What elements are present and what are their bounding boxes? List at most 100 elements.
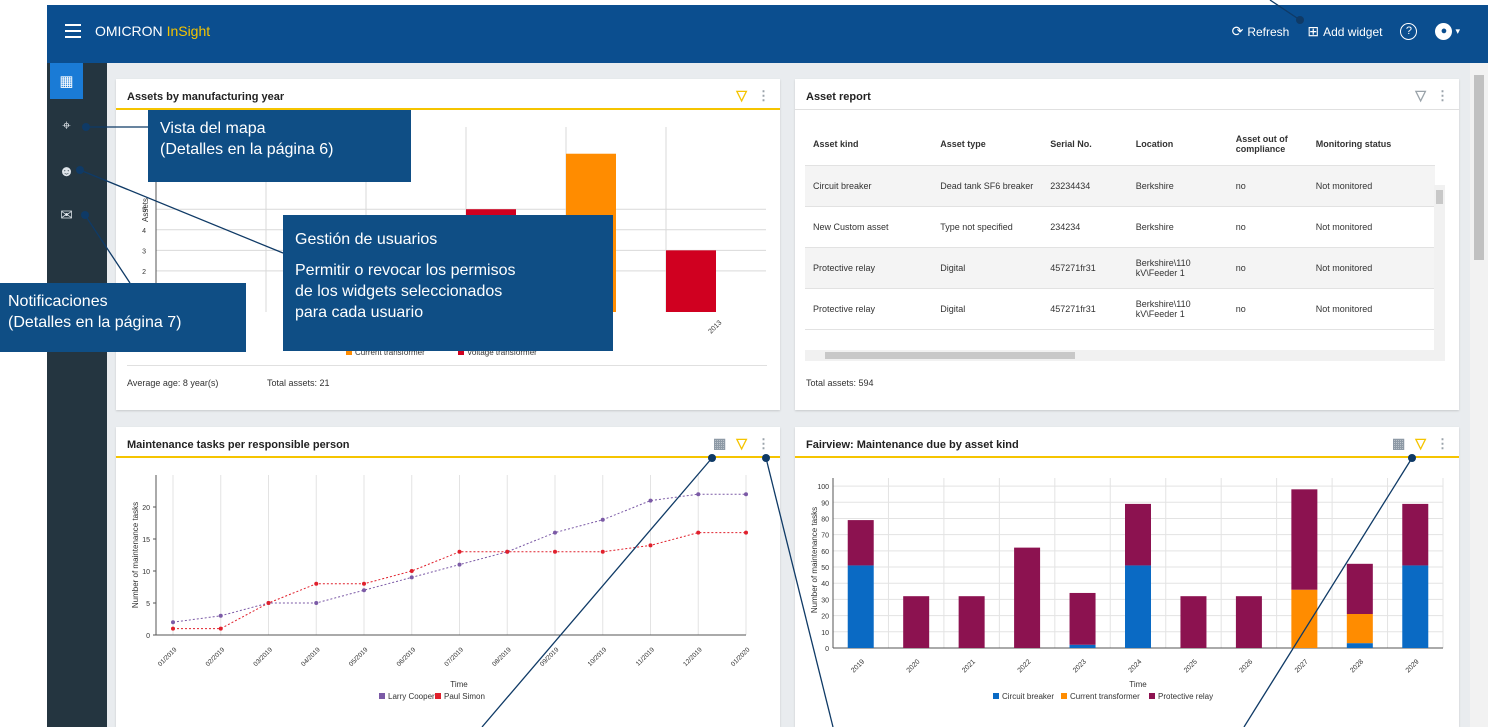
- bar-voltage-transformer: [666, 250, 716, 312]
- refresh-button[interactable]: ⟳ Refresh: [1232, 23, 1290, 40]
- cell: 234234: [1042, 206, 1128, 248]
- help-icon: ?: [1400, 23, 1418, 40]
- legend-swatch: [379, 693, 385, 699]
- more-options-icon[interactable]: ⋮: [1436, 88, 1449, 104]
- cell: Type not specified: [932, 206, 1043, 248]
- data-point: [457, 549, 462, 554]
- scrollbar-thumb[interactable]: [1436, 190, 1443, 204]
- bar-circuit-breaker: [1402, 565, 1429, 648]
- y-tick-label: 30: [821, 597, 829, 604]
- widget-title: Assets by manufacturing year: [127, 91, 285, 103]
- table-view-icon[interactable]: ▦: [1392, 435, 1405, 452]
- brand-insight: InSight: [166, 23, 211, 39]
- y-tick-label: 15: [142, 537, 150, 544]
- help-button[interactable]: ?: [1400, 23, 1418, 40]
- x-tick-label: 2021: [961, 658, 977, 674]
- bar-protective-relay: [1291, 489, 1318, 590]
- x-tick-label: 2024: [1127, 658, 1143, 674]
- column-header[interactable]: Monitoring status: [1307, 124, 1435, 166]
- x-tick-label: 10/2019: [587, 646, 609, 668]
- column-header[interactable]: Asset out of compliance: [1227, 124, 1308, 166]
- app-brand: OMICRON InSight: [95, 23, 210, 39]
- more-options-icon[interactable]: ⋮: [757, 436, 770, 452]
- bar-circuit-breaker: [847, 565, 874, 648]
- y-axis-label: Number of maintenance tasks: [810, 507, 819, 613]
- legend-swatch: [1149, 693, 1155, 699]
- widget-header: Asset report ▽ ⋮: [795, 79, 1459, 110]
- column-header[interactable]: Serial No.: [1042, 124, 1128, 166]
- filter-icon[interactable]: ▽: [1415, 435, 1426, 452]
- filter-icon[interactable]: ▽: [736, 87, 747, 104]
- callout-users-line: Permitir o revocar los permisos: [295, 262, 516, 279]
- x-tick-label: 2026: [1238, 658, 1254, 674]
- cell: Berkshire: [1127, 206, 1228, 248]
- y-tick-label: 5: [146, 601, 150, 608]
- cell: Berkshire: [1127, 165, 1228, 207]
- callout-notifications-title: Notificaciones: [8, 293, 108, 310]
- widget-maintenance-per-person: Maintenance tasks per responsible person…: [116, 427, 780, 727]
- top-bar: OMICRON InSight ⟳ Refresh ⊞ Add widget ? ●…: [47, 5, 1488, 63]
- table-row[interactable]: Protective relay Digital 457271fr31 Berk…: [805, 288, 1435, 330]
- y-tick-label: 40: [821, 581, 829, 588]
- cell: Protective relay: [805, 247, 933, 289]
- bar-circuit-breaker: [1125, 565, 1151, 648]
- sidebar-item-users[interactable]: ☻: [50, 153, 83, 189]
- table-row[interactable]: Protective relay Digital 457271fr31 Berk…: [805, 247, 1435, 289]
- fairview-chart: 0 10 20 30 40 50 60 70 80 90 100 2019 2020 2021 2022 20…: [810, 478, 1444, 701]
- legend-label: Protective relay: [1158, 692, 1213, 701]
- cell: Berkshire\110 kV\Feeder 1: [1127, 288, 1228, 330]
- scrollbar-thumb[interactable]: [1474, 75, 1484, 260]
- widget-title: Asset report: [806, 91, 871, 103]
- cell: Dead tank SF6 breaker: [932, 165, 1043, 207]
- column-header[interactable]: Asset type: [932, 124, 1043, 166]
- callout-map-title: Vista del mapa: [160, 120, 266, 137]
- asset-table: Asset kind Asset type Serial No. Locatio…: [805, 124, 1435, 330]
- table-header-row: Asset kind Asset type Serial No. Locatio…: [805, 124, 1435, 166]
- more-options-icon[interactable]: ⋮: [757, 88, 770, 104]
- widget-asset-report: Asset report ▽ ⋮ Asset kind Asset type S…: [795, 79, 1459, 410]
- cell: 457271fr31: [1042, 247, 1128, 289]
- more-options-icon[interactable]: ⋮: [1436, 436, 1449, 452]
- data-point: [696, 492, 701, 497]
- table-row[interactable]: New Custom asset Type not specified 2342…: [805, 206, 1435, 248]
- column-header[interactable]: Asset kind: [805, 124, 933, 166]
- x-tick-label: 12/2019: [682, 646, 704, 668]
- x-tick-label: 07/2019: [443, 646, 465, 668]
- callout-users-title: Gestión de usuarios: [295, 231, 438, 248]
- menu-icon[interactable]: [65, 24, 81, 38]
- add-widget-button[interactable]: ⊞ Add widget: [1307, 23, 1382, 40]
- column-header[interactable]: Location: [1127, 124, 1228, 166]
- legend-label: Current transformer: [1070, 692, 1140, 701]
- table-vertical-scrollbar[interactable]: [1434, 185, 1445, 355]
- x-tick-label: 2029: [1405, 658, 1421, 674]
- user-menu-button[interactable]: ● ▾: [1435, 23, 1460, 40]
- widget-header: Fairview: Maintenance due by asset kind …: [795, 427, 1459, 458]
- table-view-icon[interactable]: ▦: [713, 435, 726, 452]
- cell: Circuit breaker: [805, 165, 933, 207]
- bar-protective-relay: [1014, 547, 1041, 648]
- data-point: [218, 626, 223, 631]
- y-tick-label: 70: [821, 533, 829, 540]
- sidebar-item-map[interactable]: ⌖: [50, 107, 83, 143]
- bar-protective-relay: [903, 596, 930, 648]
- table-row[interactable]: Circuit breaker Dead tank SF6 breaker 23…: [805, 165, 1435, 207]
- scrollbar-thumb[interactable]: [825, 352, 1075, 359]
- sidebar-item-dashboard[interactable]: ▦: [50, 63, 83, 99]
- data-point: [362, 581, 366, 586]
- cell: 23234434: [1042, 165, 1128, 207]
- filter-icon[interactable]: ▽: [736, 435, 747, 452]
- data-point: [744, 530, 748, 535]
- add-widget-label: Add widget: [1323, 24, 1383, 39]
- y-tick-label: 80: [821, 516, 829, 523]
- data-point: [696, 530, 701, 535]
- data-point: [505, 549, 510, 554]
- cell: 457271fr31: [1042, 288, 1128, 330]
- filter-icon[interactable]: ▽: [1415, 87, 1426, 104]
- page-scrollbar[interactable]: [1470, 63, 1488, 727]
- table-horizontal-scrollbar[interactable]: [805, 350, 1445, 361]
- data-point: [314, 581, 319, 586]
- sidebar-item-notifications[interactable]: ✉: [50, 197, 83, 233]
- cell: Digital: [932, 247, 1043, 289]
- maintenance-person-chart: 0 5 10 15 20 01/2019 02/2019 03/2019 04/2019 05/2…: [131, 475, 752, 701]
- x-tick-label: 04/2019: [300, 646, 322, 668]
